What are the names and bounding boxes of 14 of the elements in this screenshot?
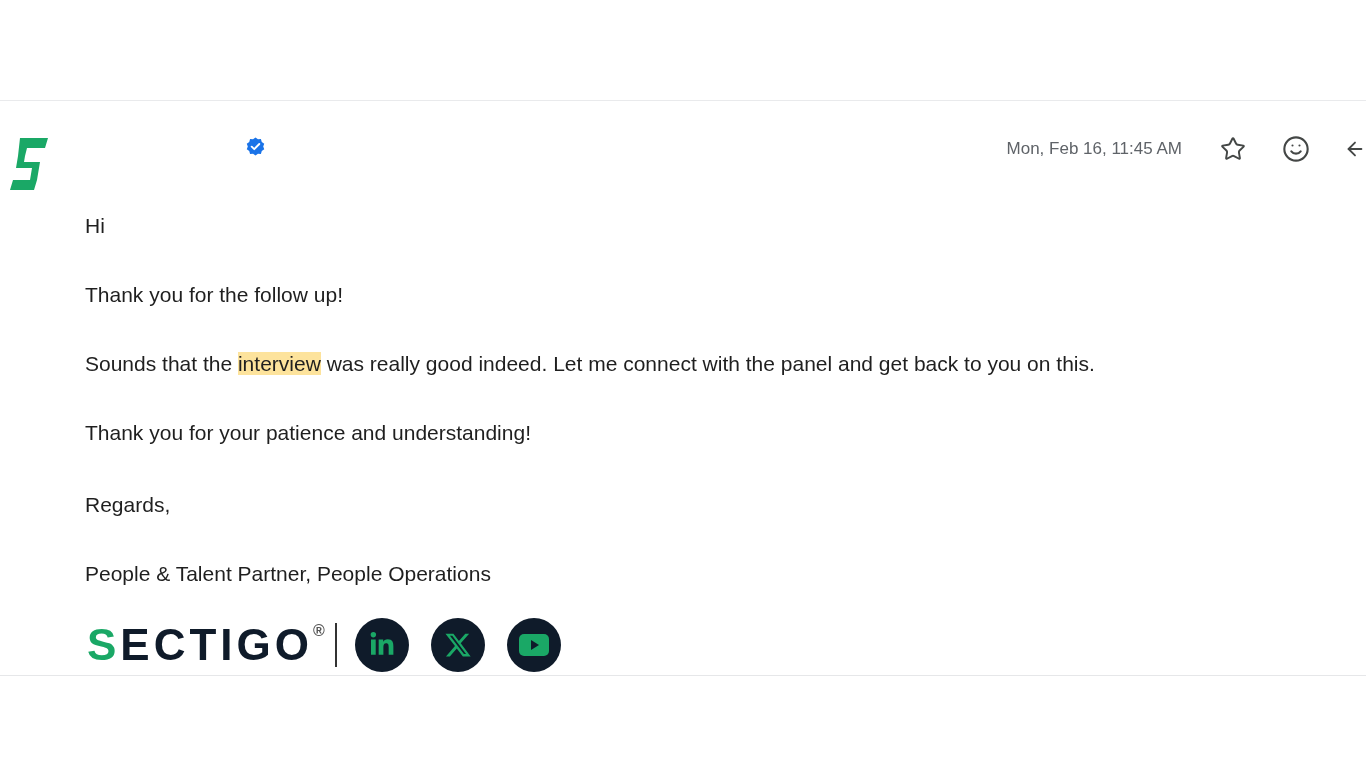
x-logo-icon[interactable] [430,618,485,672]
email-date: Mon, Feb 16, 11:45 AM [1006,138,1182,161]
signature-title: People & Talent Partner, People Operations [85,562,491,585]
body-paragraph: Thank you for your patience and understanding! [85,421,531,444]
emoji-icon[interactable] [1282,135,1310,163]
closing-text: Regards, [85,493,171,516]
greeting-text: Hi [85,214,105,237]
s-logo-icon [10,138,48,190]
body-paragraph: Sounds that the interview was really good indeed. Let me connect with the panel and get back to you on this. [85,352,1095,375]
body-paragraph: Thank you for the follow up! [85,283,343,306]
brand-logo: SECTIGO® [87,622,325,668]
star-icon[interactable] [1220,136,1246,162]
linkedin-icon[interactable] [354,618,409,672]
youtube-icon[interactable] [506,618,561,672]
